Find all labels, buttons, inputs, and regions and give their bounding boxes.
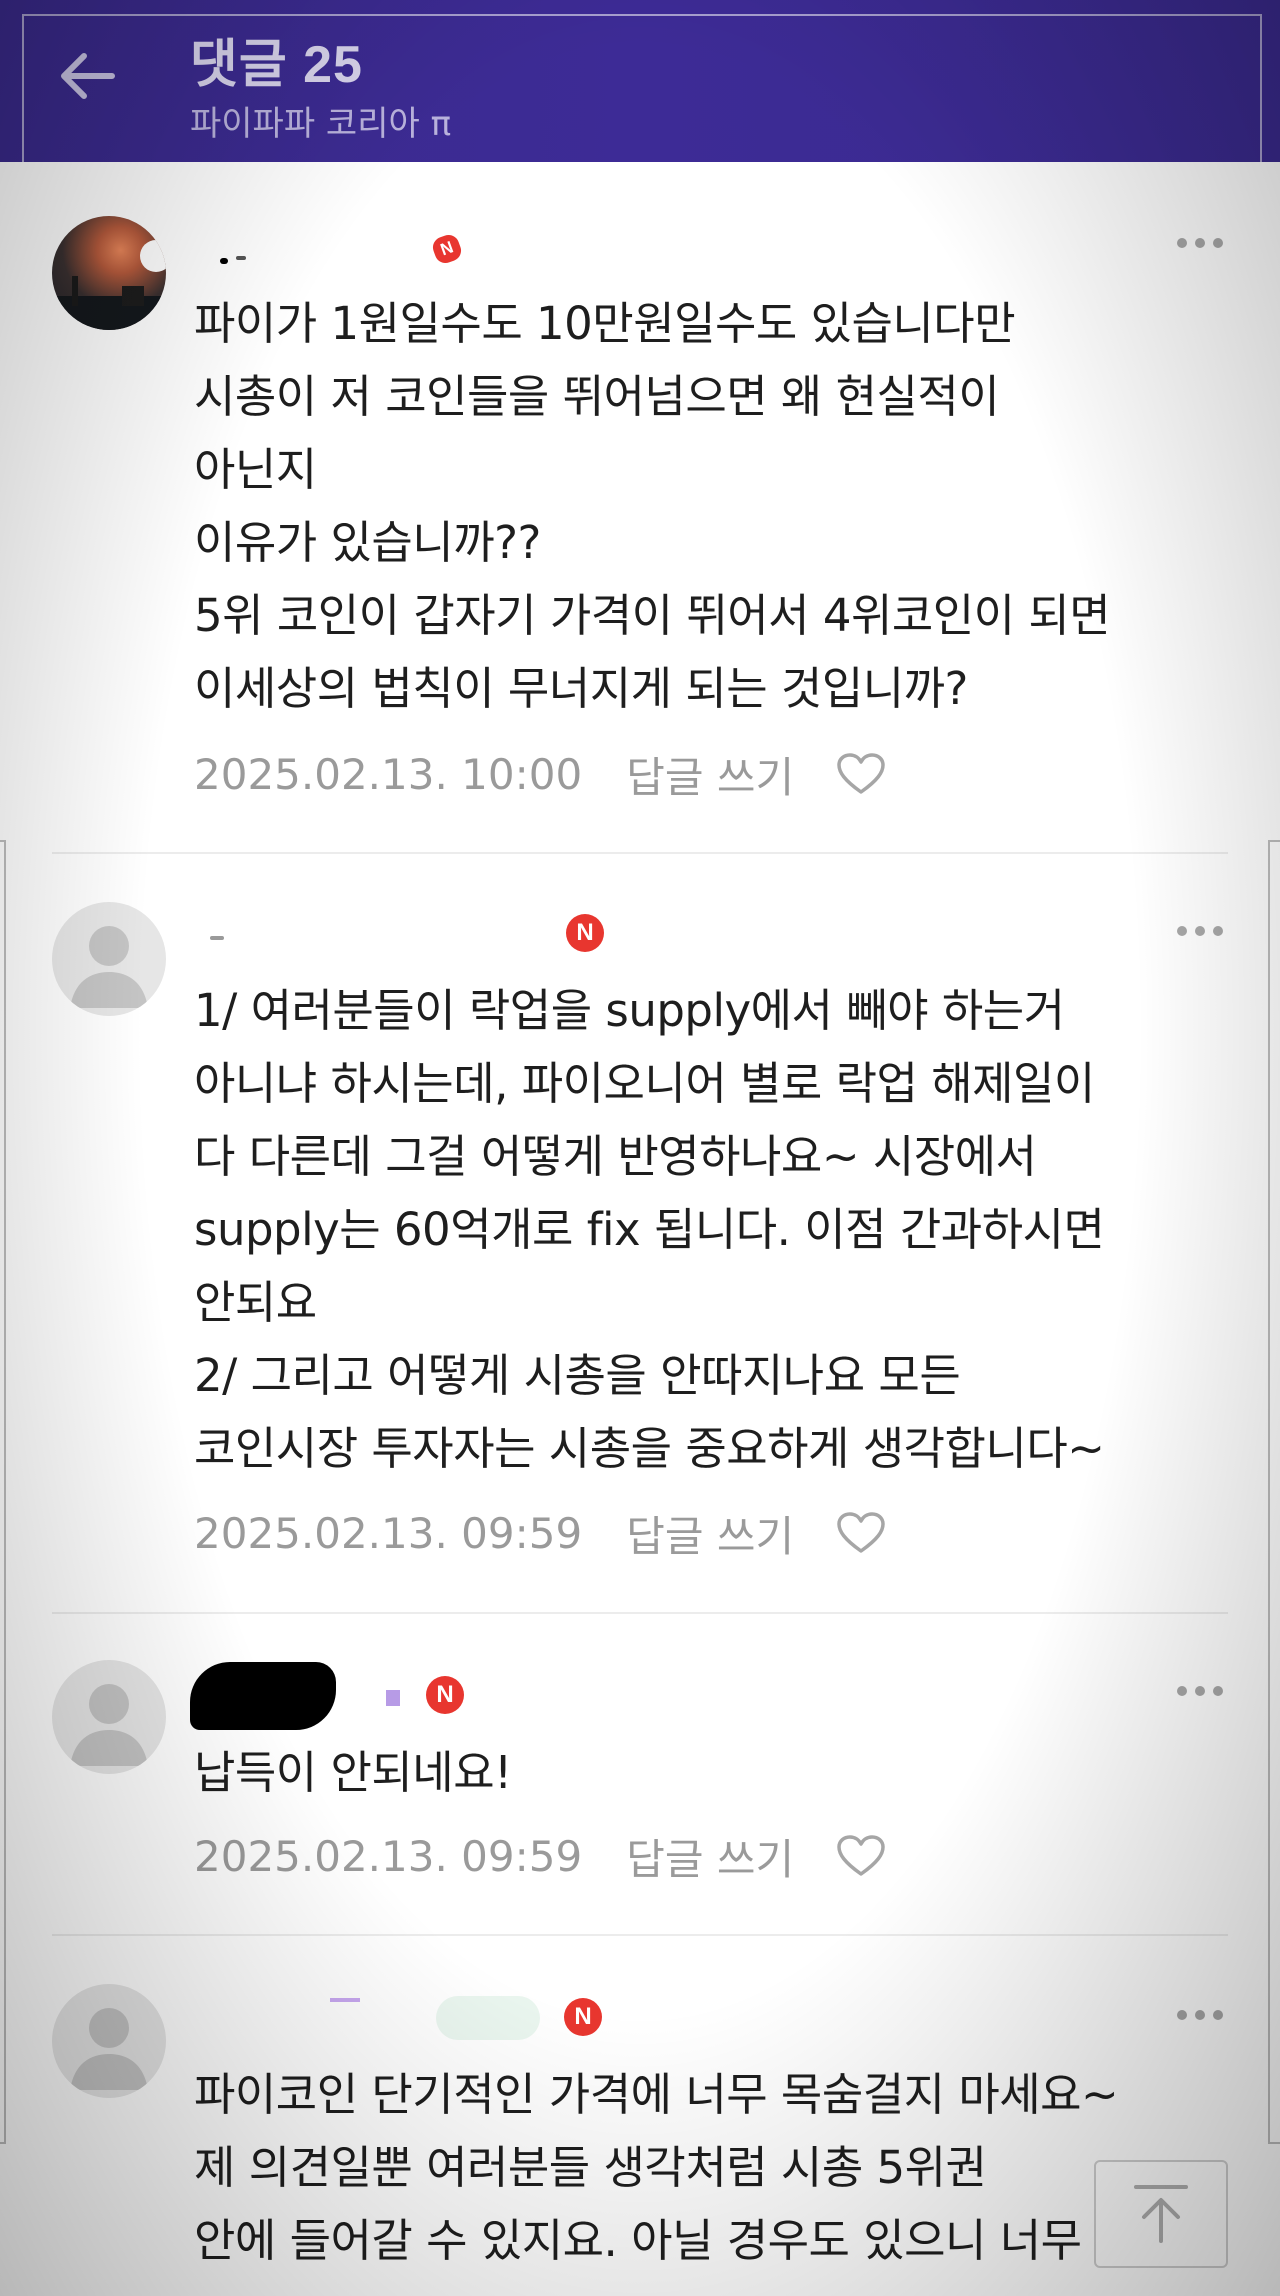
author-name-redacted — [190, 922, 500, 962]
reply-button[interactable]: 답글 쓰기 — [626, 1503, 794, 1564]
reply-button[interactable]: 답글 쓰기 — [626, 744, 794, 805]
avatar[interactable] — [52, 1984, 166, 2098]
back-button[interactable] — [52, 40, 124, 112]
comment-text: 납득이 안되네요! — [194, 1746, 512, 1799]
comment-meta: 2025.02.13. 09:59 답글 쓰기 — [194, 1826, 886, 1886]
divider — [52, 1612, 1228, 1614]
arrow-left-icon — [61, 53, 115, 99]
app-header: 댓글 25 파이파파 코리아 π — [0, 0, 1280, 162]
more-horizontal-icon — [1177, 1686, 1187, 1696]
heart-outline-icon[interactable] — [836, 1834, 886, 1878]
heart-outline-icon[interactable] — [836, 1511, 886, 1555]
scroll-edge-left — [0, 840, 6, 2144]
page-subtitle: 파이파파 코리아 π — [190, 104, 452, 144]
comment-text: 파이코인 단기적인 가격에 너무 목숨걸지 마세요~ 제 의견일뿐 여러분들 생… — [194, 2068, 1119, 2267]
reply-button[interactable]: 답글 쓰기 — [626, 1826, 794, 1887]
heart-outline-icon[interactable] — [836, 752, 886, 796]
comment-text: 1/ 여러분들이 락업을 supply에서 빼야 하는거 아니냐 하시는데, 파… — [194, 984, 1105, 1475]
more-horizontal-icon — [1177, 2010, 1187, 2020]
arrow-up-to-top-icon — [1134, 2185, 1188, 2243]
more-horizontal-icon — [1177, 238, 1187, 248]
default-user-icon — [70, 926, 148, 1008]
scroll-edge-right — [1268, 840, 1280, 2144]
more-button[interactable] — [1170, 1676, 1230, 1706]
comment-meta: 2025.02.13. 10:00 답글 쓰기 — [194, 744, 886, 804]
divider — [52, 852, 1228, 854]
default-user-icon — [70, 1684, 148, 1766]
avatar[interactable] — [52, 1660, 166, 1774]
avatar[interactable] — [52, 902, 166, 1016]
more-button[interactable] — [1170, 916, 1230, 946]
comment-meta: 2025.02.13. 09:59 답글 쓰기 — [194, 1503, 886, 1563]
comment-date: 2025.02.13. 10:00 — [194, 749, 583, 799]
profile-photo — [52, 240, 166, 330]
author-name-redacted — [190, 1996, 540, 2040]
page-title: 댓글 25 — [190, 36, 363, 94]
comments-screen: 댓글 25 파이파파 코리아 π N 파이가 1원일수도 10만원일수도 있습니… — [0, 0, 1280, 2296]
avatar[interactable] — [52, 216, 166, 330]
new-badge: N — [566, 914, 604, 952]
new-badge: N — [564, 1998, 602, 2036]
comment-date: 2025.02.13. 09:59 — [194, 1508, 583, 1558]
default-user-icon — [70, 2008, 148, 2090]
more-button[interactable] — [1170, 228, 1230, 258]
divider — [52, 1934, 1228, 1936]
comment-text: 파이가 1원일수도 10만원일수도 있습니다만 시총이 저 코인들을 뛰어넘으면… — [194, 297, 1111, 715]
comment-date: 2025.02.13. 09:59 — [194, 1831, 583, 1881]
scroll-top-button[interactable] — [1094, 2160, 1228, 2268]
more-button[interactable] — [1170, 2000, 1230, 2030]
new-badge: N — [426, 1676, 464, 1714]
more-horizontal-icon — [1177, 926, 1187, 936]
